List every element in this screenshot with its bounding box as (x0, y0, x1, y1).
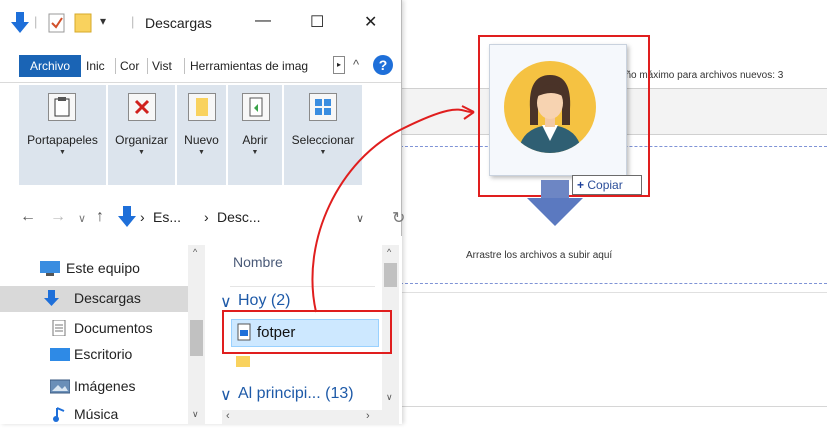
drag-arrow-overlay (311, 105, 475, 313)
